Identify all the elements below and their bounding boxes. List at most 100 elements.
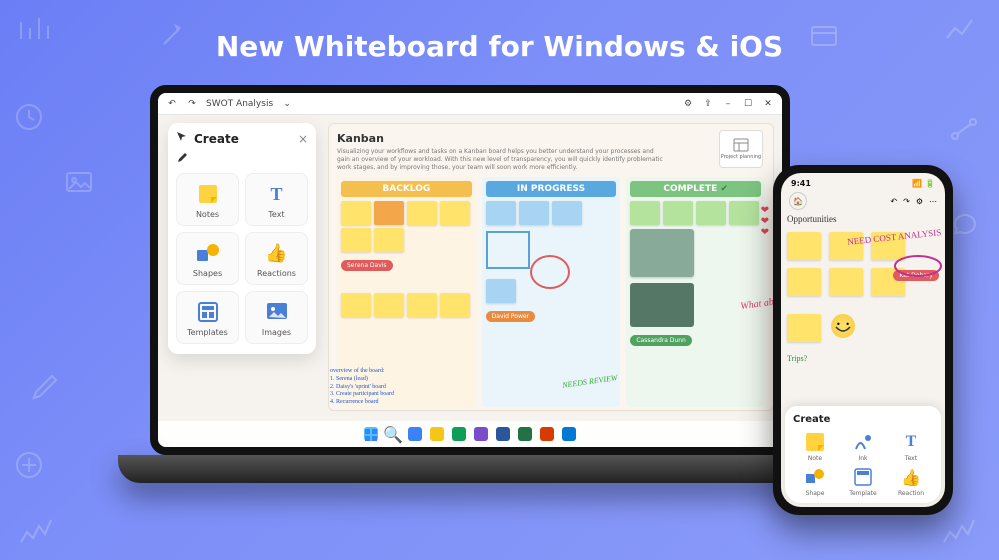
column-heading: COMPLETE ✔ xyxy=(630,181,761,197)
person-tag[interactable]: Serena Davis xyxy=(341,260,393,271)
images-icon xyxy=(265,300,289,324)
ink-text: NEEDS REVIEW xyxy=(562,374,618,391)
emoji-reaction[interactable]: •• xyxy=(831,314,855,338)
create-tile-templates[interactable]: Templates xyxy=(176,291,239,344)
phone-tile-ink[interactable]: Ink xyxy=(841,431,885,462)
taskbar-app[interactable] xyxy=(540,427,554,441)
kanban-column-progress[interactable]: IN PROGRESS David Power NEEDS REVIEW xyxy=(482,177,621,407)
shapes-icon xyxy=(196,241,220,265)
note-icon xyxy=(804,431,826,453)
person-tag[interactable]: David Power xyxy=(486,311,535,322)
create-tile-text[interactable]: T Text xyxy=(245,173,308,226)
sticky-note[interactable] xyxy=(407,293,437,317)
taskbar-app[interactable] xyxy=(562,427,576,441)
sticky-note[interactable] xyxy=(729,201,759,225)
sticky-note[interactable] xyxy=(829,268,863,296)
sticky-note[interactable] xyxy=(440,293,470,317)
undo-icon[interactable]: ↶ xyxy=(166,98,178,110)
window-close-icon[interactable]: ✕ xyxy=(762,98,774,110)
sticky-note[interactable] xyxy=(552,201,582,225)
taskbar-app[interactable] xyxy=(496,427,510,441)
sticky-note[interactable] xyxy=(630,201,660,225)
sticky-note[interactable] xyxy=(341,293,371,317)
redo-icon[interactable]: ↷ xyxy=(903,197,910,206)
chevron-down-icon[interactable]: ⌄ xyxy=(281,98,293,110)
sticky-note[interactable] xyxy=(407,201,437,225)
cursor-icon[interactable] xyxy=(176,131,188,146)
selected-frame[interactable] xyxy=(486,231,530,269)
sticky-note[interactable] xyxy=(787,232,821,260)
phone-tile-note[interactable]: Note xyxy=(793,431,837,462)
close-icon[interactable]: × xyxy=(298,132,308,146)
sticky-note[interactable] xyxy=(440,201,470,225)
sticky-note[interactable] xyxy=(374,293,404,317)
sticky-note[interactable] xyxy=(696,201,726,225)
sticky-note[interactable] xyxy=(787,314,821,342)
phone-time: 9:41 xyxy=(791,179,811,188)
sticky-note[interactable] xyxy=(374,228,404,252)
create-panel-title: Create xyxy=(194,132,239,146)
phone-device: 9:41 📶 🔋 🏠 ↶ ↷ ⚙ ⋯ Opportunities NEED CO… xyxy=(773,165,953,515)
templates-icon xyxy=(196,300,220,324)
laptop-device: ↶ ↷ SWOT Analysis ⌄ ⚙ ⇪ – ☐ ✕ Create × xyxy=(150,85,790,483)
phone-tile-template[interactable]: Template xyxy=(841,466,885,497)
laptop-base xyxy=(118,455,822,483)
taskbar-app[interactable] xyxy=(452,427,466,441)
image-dog[interactable] xyxy=(630,229,694,277)
ink-icon xyxy=(852,431,874,453)
column-heading: IN PROGRESS xyxy=(486,181,617,197)
sticky-note[interactable] xyxy=(486,279,516,303)
text-icon: T xyxy=(900,431,922,453)
phone-canvas[interactable]: Opportunities NEED COST ANALYSIS Kat Deb… xyxy=(781,214,945,414)
create-tile-images[interactable]: Images xyxy=(245,291,308,344)
home-icon[interactable]: 🏠 xyxy=(789,192,807,210)
share-icon[interactable]: ⇪ xyxy=(702,98,714,110)
kanban-description: Visualizing your workflows and tasks on … xyxy=(337,148,667,171)
create-tile-notes[interactable]: Notes xyxy=(176,173,239,226)
sticky-note[interactable] xyxy=(663,201,693,225)
image-landscape[interactable] xyxy=(630,283,694,327)
kanban-column-complete[interactable]: COMPLETE ✔ ❤❤❤ Cassandra Dunn xyxy=(626,177,765,407)
template-icon xyxy=(733,138,749,152)
taskbar-app[interactable] xyxy=(474,427,488,441)
window-maximize-icon[interactable]: ☐ xyxy=(742,98,754,110)
phone-tile-text[interactable]: T Text xyxy=(889,431,933,462)
undo-icon[interactable]: ↶ xyxy=(890,197,897,206)
sticky-note[interactable] xyxy=(787,268,821,296)
phone-create-panel: Create Note Ink T Text Shape xyxy=(785,406,941,503)
shapes-icon xyxy=(804,466,826,488)
sticky-note[interactable] xyxy=(341,201,371,225)
create-tile-reactions[interactable]: 👍 Reactions xyxy=(245,232,308,285)
person-tag[interactable]: Cassandra Dunn xyxy=(630,335,692,346)
start-icon[interactable] xyxy=(364,427,378,441)
sticky-note[interactable] xyxy=(341,228,371,252)
kanban-board[interactable]: Kanban Visualizing your workflows and ta… xyxy=(328,123,774,411)
heart-reactions: ❤❤❤ xyxy=(761,205,769,238)
sticky-note[interactable] xyxy=(519,201,549,225)
reactions-icon: 👍 xyxy=(900,466,922,488)
project-templates-box[interactable]: Project planning xyxy=(719,130,763,168)
create-tile-shapes[interactable]: Shapes xyxy=(176,232,239,285)
windows-taskbar[interactable]: 🔍 xyxy=(158,421,782,447)
sticky-note[interactable] xyxy=(486,201,516,225)
sticky-note[interactable] xyxy=(374,201,404,225)
phone-toolbar: 🏠 ↶ ↷ ⚙ ⋯ xyxy=(781,190,945,214)
check-icon: ✔ xyxy=(720,184,728,194)
app-titlebar: ↶ ↷ SWOT Analysis ⌄ ⚙ ⇪ – ☐ ✕ xyxy=(158,93,782,115)
phone-tile-shape[interactable]: Shape xyxy=(793,466,837,497)
handwritten-overview: overview of the board: 1. Serena (lead) … xyxy=(330,368,394,407)
phone-tile-reaction[interactable]: 👍 Reaction xyxy=(889,466,933,497)
search-icon[interactable]: 🔍 xyxy=(386,427,400,441)
taskbar-app[interactable] xyxy=(518,427,532,441)
more-icon[interactable]: ⋯ xyxy=(929,197,937,206)
taskbar-app[interactable] xyxy=(408,427,422,441)
settings-icon[interactable]: ⚙ xyxy=(682,98,694,110)
gear-icon[interactable]: ⚙ xyxy=(916,197,923,206)
opportunities-heading: Opportunities xyxy=(787,214,837,224)
window-minimize-icon[interactable]: – xyxy=(722,98,734,110)
phone-create-title: Create xyxy=(793,414,933,425)
redo-icon[interactable]: ↷ xyxy=(186,98,198,110)
pen-icon[interactable] xyxy=(176,152,188,167)
reactions-icon: 👍 xyxy=(265,241,289,265)
taskbar-app[interactable] xyxy=(430,427,444,441)
